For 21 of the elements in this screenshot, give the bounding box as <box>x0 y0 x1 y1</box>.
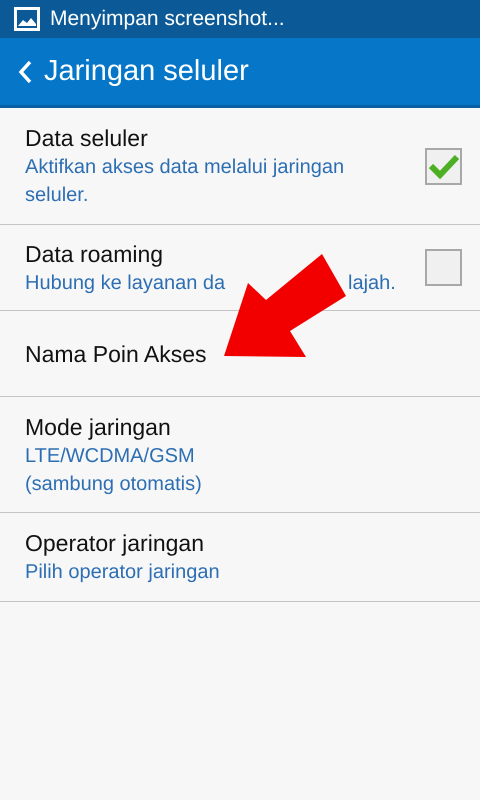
setting-title: Nama Poin Akses <box>25 340 208 368</box>
checkbox[interactable] <box>425 148 462 184</box>
settings-row[interactable]: Operator jaringan Pilih operator jaringan <box>0 513 480 602</box>
setting-title: Operator jaringan <box>25 529 205 558</box>
setting-summary: Aktifkan akses data melalui jaringan seluler. <box>25 155 346 208</box>
setting-summary: lajah. <box>348 270 396 296</box>
checkmark-icon <box>428 153 460 179</box>
settings-row[interactable]: Mode jaringan LTE/WCDMA/GSM (sambung otomatis) <box>0 397 480 513</box>
setting-summary: Pilih operator jaringan <box>25 560 221 585</box>
setting-summary: Hubung ke layanan da <box>25 270 226 296</box>
screen-title: Jaringan seluler <box>44 54 249 89</box>
checkbox[interactable] <box>425 249 462 286</box>
image-icon <box>14 7 40 31</box>
notification-text: Menyimpan screenshot... <box>50 6 285 32</box>
settings-row[interactable]: Data seluler Aktifkan akses data melalui jaringan seluler. <box>0 108 480 225</box>
setting-title: Data roaming <box>25 240 164 268</box>
setting-summary: (sambung otomatis) <box>25 472 203 496</box>
setting-title: Data seluler <box>25 124 149 153</box>
setting-title: Mode jaringan <box>25 412 172 442</box>
back-icon <box>18 60 32 84</box>
setting-summary: LTE/WCDMA/GSM <box>25 444 196 468</box>
